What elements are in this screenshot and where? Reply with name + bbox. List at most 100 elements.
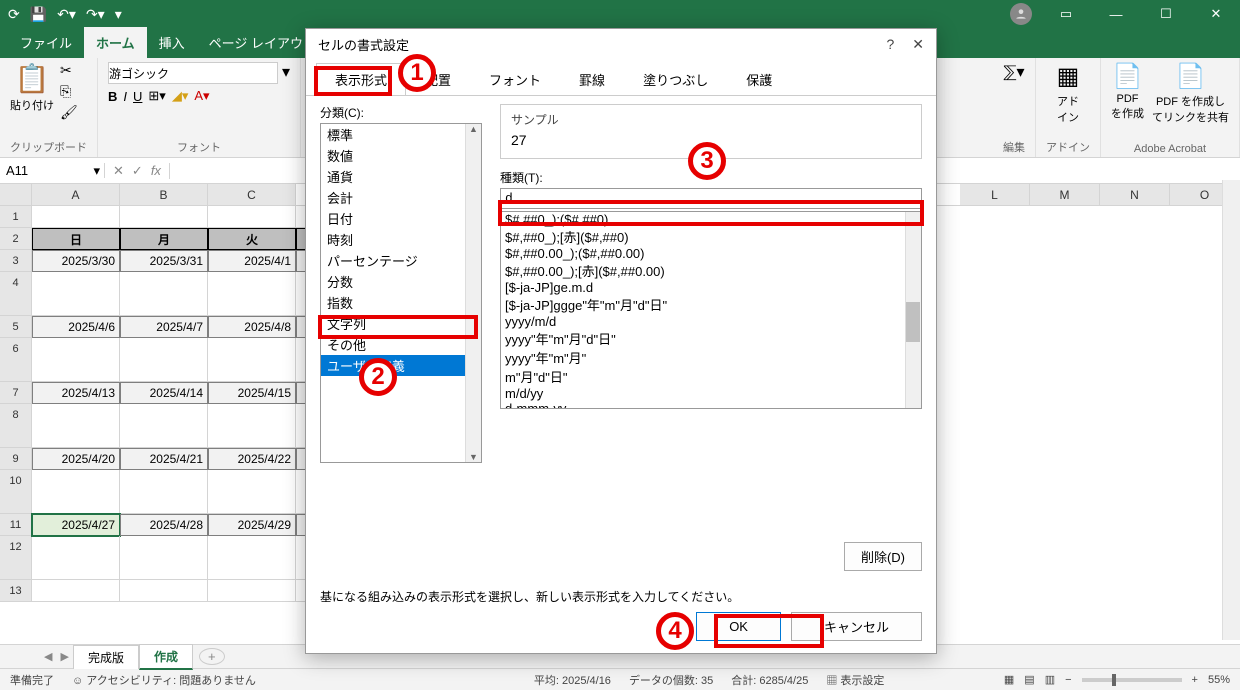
redo-icon[interactable]: ↷▾ bbox=[86, 6, 105, 23]
row-header[interactable]: 1 bbox=[0, 206, 32, 228]
cell[interactable]: 2025/3/30 bbox=[32, 250, 120, 272]
dialog-tab-number[interactable]: 表示形式 bbox=[316, 63, 406, 96]
sort-filter-icon[interactable]: ⅀▾ bbox=[1004, 62, 1025, 82]
cell[interactable]: 2025/4/22 bbox=[208, 448, 296, 470]
namebox-dropdown-icon[interactable]: ▾ bbox=[93, 163, 100, 179]
ok-button[interactable]: OK bbox=[696, 612, 781, 641]
sheet-nav-prev-icon[interactable]: ◀ bbox=[40, 650, 56, 663]
format-item[interactable]: $#,##0.00_);[赤]($#,##0.00) bbox=[501, 261, 921, 280]
cell[interactable]: 2025/4/28 bbox=[120, 514, 208, 536]
autosave-icon[interactable]: ⟳ bbox=[8, 6, 20, 23]
cell-active[interactable]: 2025/4/27 bbox=[32, 514, 120, 536]
border-button[interactable]: ⊞▾ bbox=[148, 88, 165, 104]
cell[interactable] bbox=[208, 580, 296, 602]
dialog-tab-font[interactable]: フォント bbox=[470, 63, 560, 96]
format-item[interactable]: d-mmm-yy bbox=[501, 401, 921, 409]
qat-more-icon[interactable]: ▾ bbox=[115, 6, 122, 23]
dialog-tab-border[interactable]: 罫線 bbox=[560, 63, 624, 96]
view-pagebreak-icon[interactable]: ▥ bbox=[1045, 673, 1055, 686]
cell[interactable] bbox=[120, 206, 208, 228]
dialog-tab-alignment[interactable]: 配置 bbox=[406, 63, 470, 96]
cell[interactable]: 2025/4/29 bbox=[208, 514, 296, 536]
delete-format-button[interactable]: 削除(D) bbox=[844, 542, 922, 571]
row-header[interactable]: 2 bbox=[0, 228, 32, 250]
row-header[interactable]: 11 bbox=[0, 514, 32, 536]
cell[interactable]: 2025/4/1 bbox=[208, 250, 296, 272]
row-header[interactable]: 7 bbox=[0, 382, 32, 404]
row-header[interactable]: 6 bbox=[0, 338, 32, 382]
view-pagelayout-icon[interactable]: ▤ bbox=[1024, 673, 1034, 686]
col-header[interactable]: L bbox=[960, 184, 1030, 205]
category-list[interactable]: 標準 数値 通貨 会計 日付 時刻 パーセンテージ 分数 指数 文字列 その他 … bbox=[320, 123, 482, 463]
font-dropdown-icon[interactable]: ▾ bbox=[282, 62, 290, 84]
zoom-slider[interactable] bbox=[1082, 678, 1182, 682]
ribbon-display-icon[interactable]: ▭ bbox=[1050, 6, 1082, 22]
scrollbar-thumb[interactable] bbox=[906, 302, 920, 342]
cell[interactable] bbox=[32, 404, 120, 448]
cell[interactable] bbox=[120, 470, 208, 514]
cell[interactable] bbox=[208, 470, 296, 514]
category-item[interactable]: その他 bbox=[321, 334, 481, 355]
scroll-down-icon[interactable]: ▼ bbox=[469, 452, 478, 462]
copy-icon[interactable]: ⎘ bbox=[60, 83, 78, 100]
cell-header[interactable]: 月 bbox=[120, 228, 208, 250]
col-header[interactable]: N bbox=[1100, 184, 1170, 205]
enter-formula-icon[interactable]: ✓ bbox=[132, 163, 143, 179]
category-item-selected[interactable]: ユーザー定義 bbox=[321, 355, 481, 376]
name-box[interactable] bbox=[6, 163, 66, 178]
cell[interactable] bbox=[32, 536, 120, 580]
category-item[interactable]: 分数 bbox=[321, 271, 481, 292]
cell[interactable]: 2025/4/14 bbox=[120, 382, 208, 404]
tab-home[interactable]: ホーム bbox=[84, 27, 147, 58]
cell-header[interactable]: 日 bbox=[32, 228, 120, 250]
format-painter-icon[interactable]: 🖌 bbox=[60, 104, 78, 121]
vertical-scrollbar[interactable] bbox=[1222, 180, 1240, 640]
format-item[interactable]: $#,##0_);($#,##0) bbox=[501, 212, 921, 227]
cell[interactable] bbox=[120, 536, 208, 580]
category-item[interactable]: 時刻 bbox=[321, 229, 481, 250]
category-item[interactable]: 指数 bbox=[321, 292, 481, 313]
dialog-tab-protection[interactable]: 保護 bbox=[727, 63, 791, 96]
dialog-help-icon[interactable]: ? bbox=[886, 36, 894, 53]
paste-button[interactable]: 📋 貼り付け bbox=[10, 62, 54, 121]
row-header[interactable]: 13 bbox=[0, 580, 32, 602]
tab-insert[interactable]: 挿入 bbox=[147, 27, 197, 58]
format-code-list[interactable]: $#,##0_);($#,##0) $#,##0_);[赤]($#,##0) $… bbox=[500, 211, 922, 409]
cancel-formula-icon[interactable]: ✕ bbox=[113, 163, 124, 179]
cell[interactable] bbox=[32, 580, 120, 602]
row-header[interactable]: 4 bbox=[0, 272, 32, 316]
format-item[interactable]: [$-ja-JP]ge.m.d bbox=[501, 280, 921, 295]
cell[interactable]: 2025/4/7 bbox=[120, 316, 208, 338]
fx-icon[interactable]: fx bbox=[151, 163, 161, 179]
zoom-in-icon[interactable]: + bbox=[1192, 674, 1198, 686]
row-header[interactable]: 5 bbox=[0, 316, 32, 338]
cell[interactable]: 2025/4/8 bbox=[208, 316, 296, 338]
cell[interactable] bbox=[208, 404, 296, 448]
cell[interactable] bbox=[120, 580, 208, 602]
cell[interactable] bbox=[208, 206, 296, 228]
user-avatar[interactable] bbox=[1010, 3, 1032, 25]
font-name-select[interactable] bbox=[108, 62, 278, 84]
row-header[interactable]: 12 bbox=[0, 536, 32, 580]
sheet-tab-active[interactable]: 作成 bbox=[139, 644, 193, 670]
format-item[interactable]: $#,##0_);[赤]($#,##0) bbox=[501, 227, 921, 246]
cell[interactable] bbox=[208, 338, 296, 382]
maximize-icon[interactable]: ☐ bbox=[1150, 6, 1182, 22]
font-color-button[interactable]: A▾ bbox=[194, 88, 209, 104]
cell[interactable] bbox=[32, 272, 120, 316]
cell[interactable]: 2025/4/13 bbox=[32, 382, 120, 404]
row-header[interactable]: 8 bbox=[0, 404, 32, 448]
save-icon[interactable]: 💾 bbox=[30, 6, 47, 23]
minimize-icon[interactable]: ― bbox=[1100, 7, 1132, 22]
category-item[interactable]: 会計 bbox=[321, 187, 481, 208]
italic-button[interactable]: I bbox=[123, 89, 127, 104]
new-sheet-button[interactable]: + bbox=[199, 648, 225, 665]
col-header[interactable]: C bbox=[208, 184, 296, 205]
view-normal-icon[interactable]: ▦ bbox=[1004, 673, 1014, 686]
cell[interactable]: 2025/4/20 bbox=[32, 448, 120, 470]
tab-file[interactable]: ファイル bbox=[8, 27, 84, 58]
cell[interactable] bbox=[120, 272, 208, 316]
format-item[interactable]: [$-ja-JP]ggge"年"m"月"d"日" bbox=[501, 295, 921, 314]
category-item[interactable]: 標準 bbox=[321, 124, 481, 145]
pdf-share-button[interactable]: 📄 PDF を作成し てリンクを共有 bbox=[1152, 62, 1229, 125]
